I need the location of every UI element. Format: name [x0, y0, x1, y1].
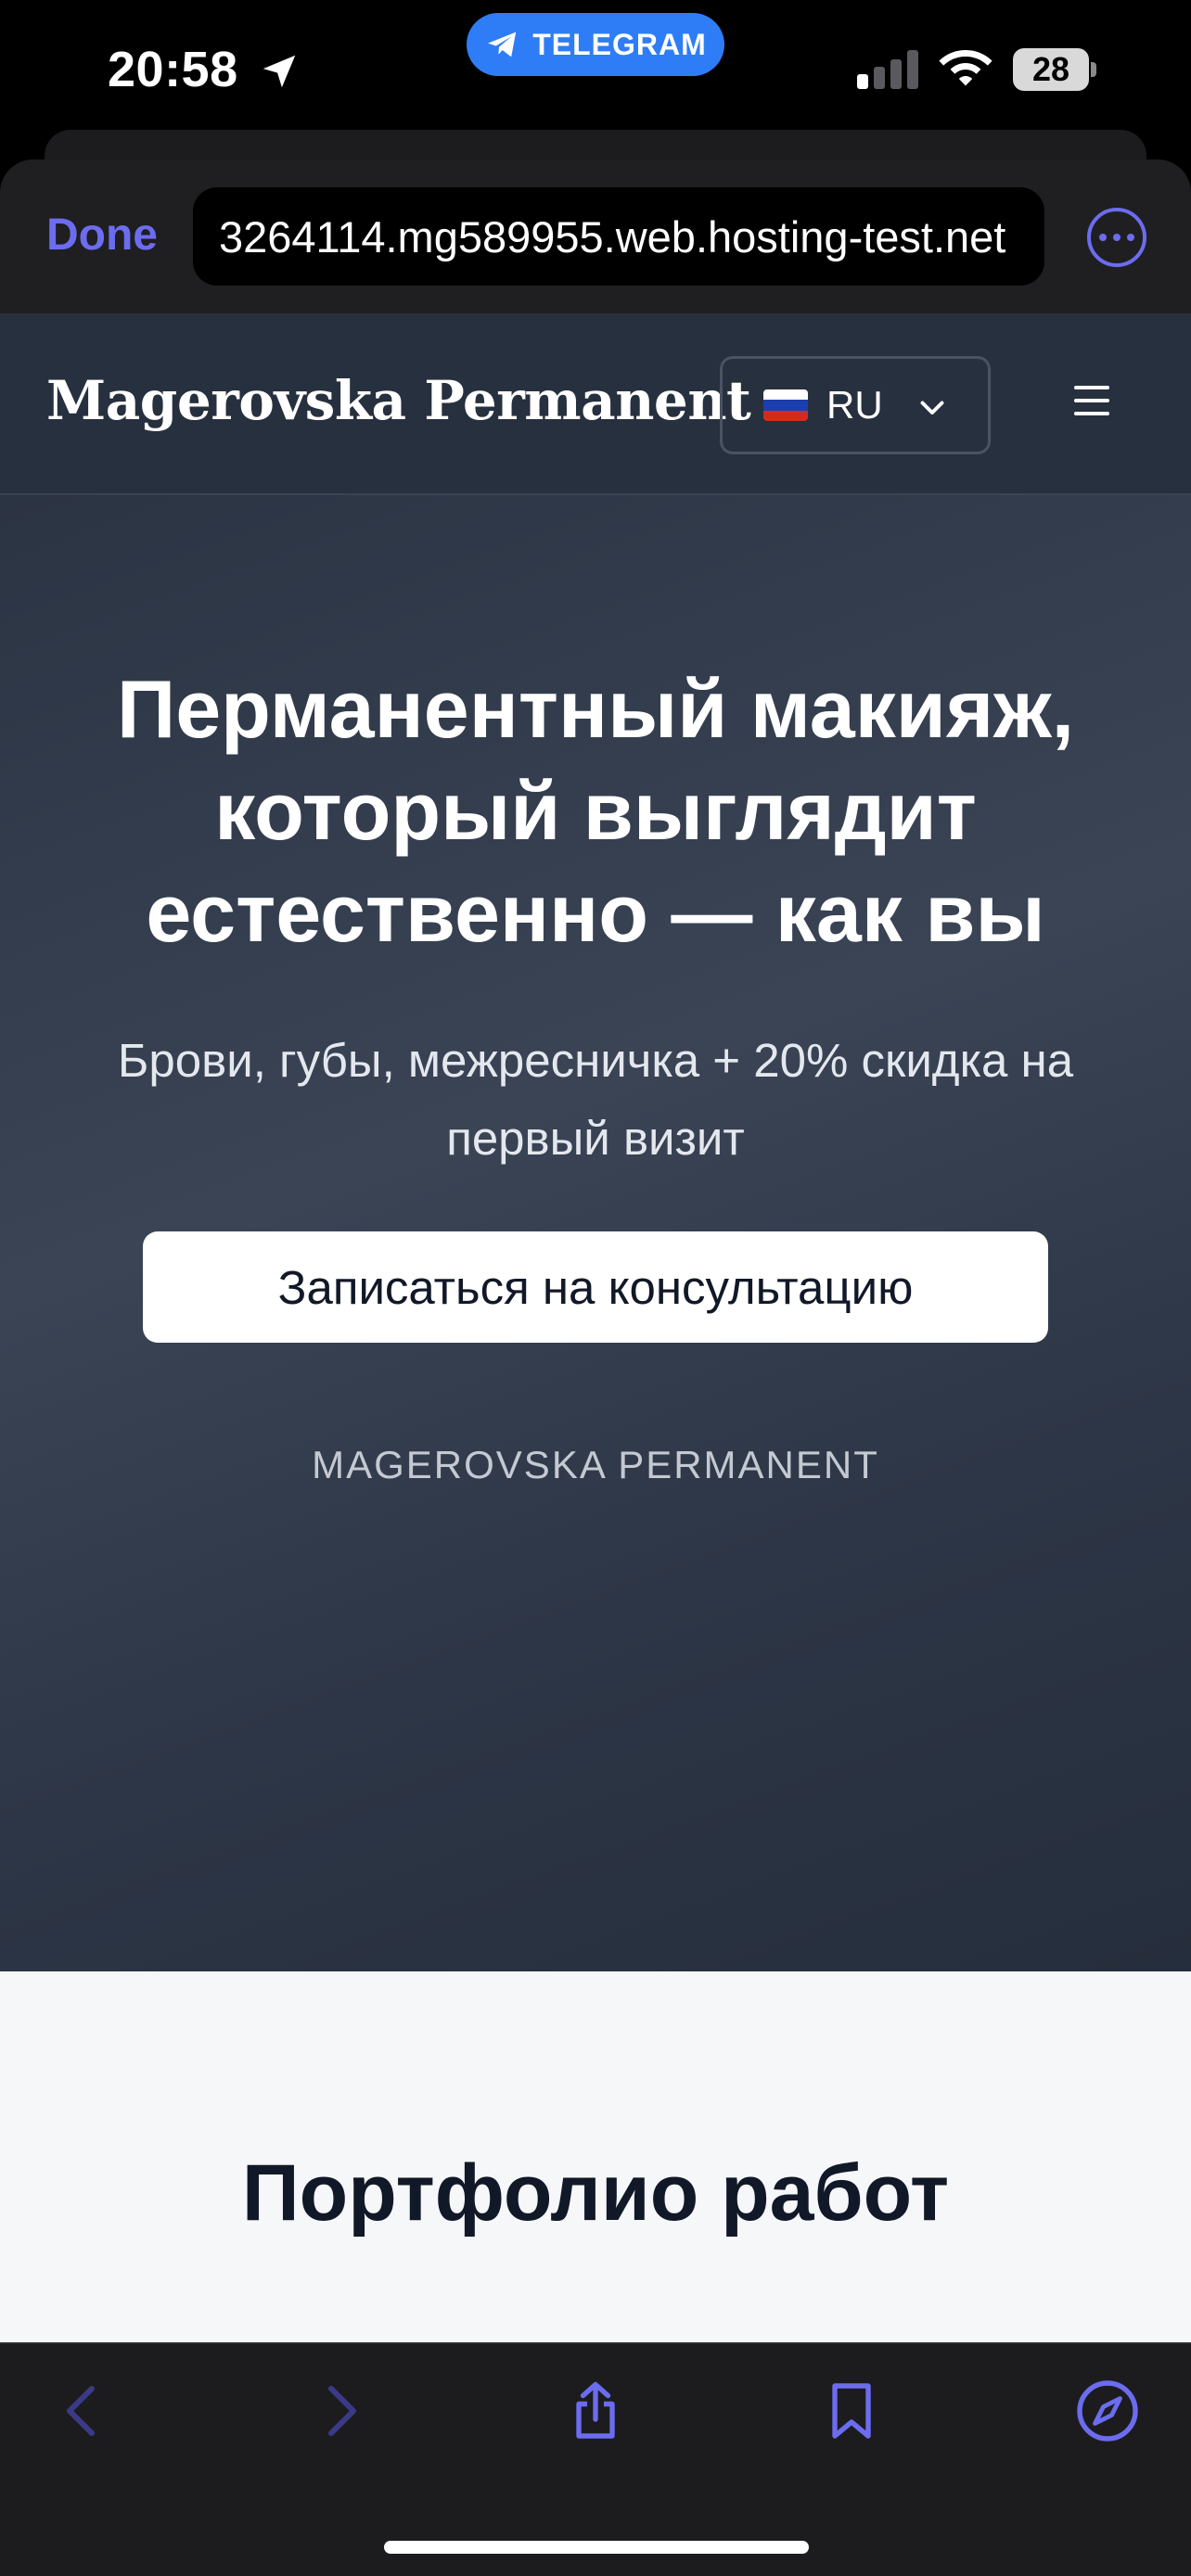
share-icon[interactable]: [562, 2378, 629, 2444]
portfolio-title: Портфолио работ: [241, 2149, 950, 2238]
language-code: RU: [826, 383, 883, 427]
ellipsis-circle-icon[interactable]: [1087, 208, 1146, 267]
hero-brand-watermark: MAGEROVSKA PERMANENT: [312, 1443, 879, 1486]
done-button[interactable]: Done: [46, 210, 158, 261]
cellular-signal-icon: [857, 50, 918, 89]
location-arrow-icon: [263, 55, 296, 88]
hamburger-menu-icon[interactable]: [1074, 386, 1109, 417]
hero-section: Перманентный макияж, который выглядит ес…: [0, 495, 1191, 1971]
forward-chevron-icon[interactable]: [306, 2378, 373, 2444]
chevron-down-icon: [920, 401, 944, 414]
battery-icon: 28: [1013, 48, 1096, 91]
back-chevron-icon[interactable]: [50, 2378, 117, 2444]
brand-logo[interactable]: Magerovska Permanent: [46, 369, 751, 432]
home-indicator: [384, 2541, 809, 2554]
bookmark-icon[interactable]: [818, 2378, 885, 2444]
hero-subtitle: Брови, губы, межресничка + 20% скидка на…: [117, 1034, 1074, 1165]
status-bar: 20:58 TELEGRAM 28: [0, 0, 1191, 139]
language-select[interactable]: RU: [720, 356, 991, 454]
url-field[interactable]: 3264114.mg589955.web.hosting-test.net: [193, 187, 1044, 286]
telegram-icon: [488, 32, 517, 57]
telegram-label: TELEGRAM: [532, 27, 707, 61]
browser-top-bar: Done 3264114.mg589955.web.hosting-test.n…: [0, 159, 1191, 313]
consultation-button[interactable]: Записаться на консультацию: [143, 1231, 1048, 1343]
portfolio-section: Портфолио работ: [0, 1971, 1191, 2342]
telegram-return-pill[interactable]: TELEGRAM: [467, 13, 724, 76]
compass-icon[interactable]: [1074, 2378, 1141, 2444]
russian-flag-icon: [763, 389, 808, 421]
battery-level: 28: [1031, 50, 1070, 88]
webview-sheet: Done 3264114.mg589955.web.hosting-test.n…: [0, 159, 1191, 2576]
site-header: Magerovska Permanent RU: [0, 313, 1191, 495]
hero-title: Перманентный макияж, который выглядит ес…: [116, 663, 1075, 959]
wifi-icon: [939, 50, 992, 86]
url-text: 3264114.mg589955.web.hosting-test.net: [219, 211, 1006, 261]
status-time: 20:58: [108, 42, 238, 97]
